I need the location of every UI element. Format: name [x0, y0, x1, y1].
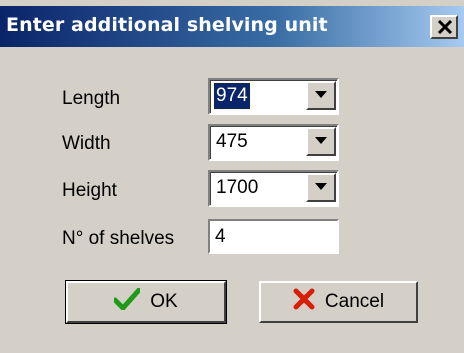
length-label: Length — [62, 88, 121, 109]
close-button[interactable] — [430, 15, 458, 39]
ok-button[interactable]: OK — [65, 280, 227, 324]
shelves-label: N° of shelves — [62, 228, 175, 249]
width-dropdown-button[interactable] — [306, 127, 336, 156]
cancel-button[interactable]: Cancel — [259, 281, 418, 323]
height-value[interactable]: 1700 — [214, 175, 260, 201]
checkmark-icon — [112, 287, 142, 316]
shelves-value[interactable]: 4 — [215, 224, 226, 250]
shelving-unit-dialog: Enter additional shelving unit Length 97… — [0, 0, 464, 353]
window-title: Enter additional shelving unit — [6, 14, 328, 36]
length-dropdown-button[interactable] — [306, 81, 336, 110]
height-combobox[interactable]: 1700 — [208, 170, 339, 207]
width-combobox[interactable]: 475 — [208, 124, 339, 161]
height-label: Height — [62, 180, 117, 201]
shelves-input[interactable]: 4 — [208, 219, 339, 254]
length-value[interactable]: 974 — [213, 82, 251, 110]
ok-label: OK — [150, 291, 178, 312]
title-bar[interactable]: Enter additional shelving unit — [0, 6, 464, 47]
cancel-label: Cancel — [324, 291, 385, 312]
red-x-icon — [293, 288, 315, 316]
height-dropdown-button[interactable] — [306, 173, 336, 202]
length-combobox[interactable]: 974 — [208, 78, 339, 115]
width-label: Width — [62, 133, 111, 154]
width-value[interactable]: 475 — [214, 129, 250, 155]
